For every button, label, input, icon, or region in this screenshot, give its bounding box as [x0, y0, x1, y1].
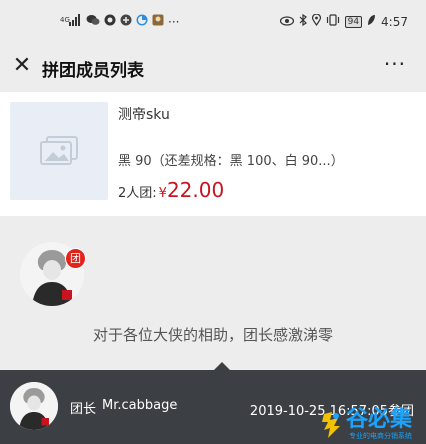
battery-indicator: 94 [344, 15, 363, 28]
close-icon[interactable]: ✕ [10, 54, 34, 78]
member-list: 团 对于各位大侠的相助，团长感激涕零 [0, 218, 426, 374]
status-bar: 4G ··· 94 4:57 [0, 0, 426, 44]
watermark: 谷必集 专业的电商分销系统 [321, 407, 412, 440]
page-title: 拼团成员列表 [42, 61, 144, 81]
leaf-icon [367, 14, 376, 29]
watermark-text: 谷必集 [345, 407, 412, 432]
vibrate-icon [326, 14, 340, 29]
product-card[interactable]: 测帝sku 黑 90（还差规格：黑 100、白 90...） 2人团: ¥ 22… [0, 92, 426, 216]
image-placeholder-icon [40, 136, 78, 165]
signal-icon: 4G [60, 14, 82, 29]
pointer-notch [214, 362, 230, 370]
avatar[interactable] [10, 382, 58, 430]
leader-name: Mr.cabbage [102, 398, 178, 413]
leader-badge: 团 [65, 248, 86, 269]
svg-text:4G: 4G [60, 16, 70, 24]
more-menu-button[interactable]: ··· [384, 52, 406, 76]
clock-time: 4:57 [381, 14, 408, 29]
app-icon [120, 14, 132, 29]
watermark-logo-icon [321, 412, 340, 438]
thanks-message: 对于各位大侠的相助，团长感激涕零 [92, 326, 333, 344]
app-icon [104, 14, 116, 29]
navigation-bar: ✕ 拼团成员列表 ··· [0, 44, 426, 90]
currency-symbol: ¥ [158, 186, 167, 201]
product-spec: 黑 90（还差规格：黑 100、白 90...） [118, 154, 344, 169]
bottom-bar: 团长 Mr.cabbage 2019-10-25 16:57:05参团 谷必集 … [0, 362, 426, 444]
wechat-icon [86, 14, 100, 29]
product-price: 22.00 [166, 178, 225, 202]
price-row: 2人团: ¥ 22.00 [118, 178, 224, 202]
location-icon [311, 13, 321, 29]
eye-icon [279, 15, 294, 29]
bluetooth-icon [299, 13, 307, 29]
watermark-subtitle: 专业的电商分销系统 [349, 432, 412, 440]
app-icon [136, 14, 148, 29]
status-bar-right: 94 4:57 [279, 13, 408, 29]
status-bar-left: 4G ··· [60, 14, 179, 29]
status-more: ··· [168, 14, 180, 29]
product-name: 测帝sku [118, 107, 170, 123]
leader-role-label: 团长 [70, 402, 97, 417]
leader-info: 团长 Mr.cabbage [70, 398, 177, 417]
product-thumbnail [10, 102, 108, 200]
app-icon [152, 14, 164, 29]
group-size-label: 2人团: [118, 186, 157, 201]
